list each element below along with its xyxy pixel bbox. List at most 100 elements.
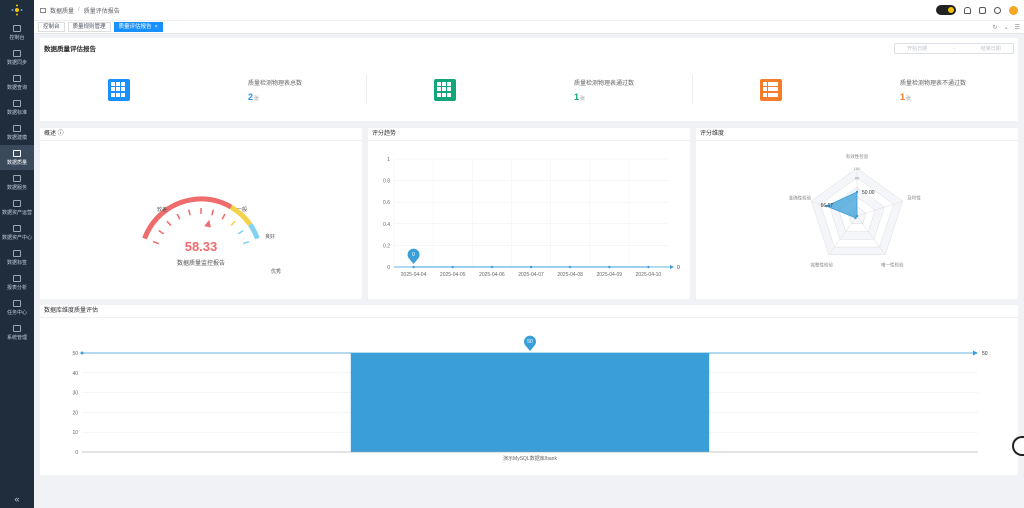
y-tick-label: 0 [387, 265, 390, 271]
date-start-input[interactable]: 开始日期 [907, 45, 927, 52]
x-tick-label: 2025-04-07 [518, 272, 544, 278]
sidebar-collapse-icon[interactable]: « [0, 494, 34, 504]
sidebar-item[interactable]: 控制台 [0, 20, 34, 45]
radar-point [855, 190, 859, 194]
tab-close-icon[interactable]: × [155, 24, 158, 30]
sidebar-item-label: 数据资产中心 [1, 234, 32, 241]
trend-panel: 评分趋势 0 0.2 0.4 0.6 0.8 1 2025-04-04 2025-04-05 2… [368, 128, 690, 299]
sidebar-item[interactable]: 数据资产中心 [0, 220, 34, 245]
gauge-tick [237, 229, 244, 235]
menu-icon[interactable]: ☰ [1015, 24, 1020, 31]
y-tick-label: 0.4 [383, 222, 390, 228]
radar-tick-label: 80 [855, 176, 860, 181]
dimension-panel: 评分维度 有效性检验 及时性 唯一性检验 完整性检验 准确性检验 100 80 50.00 66… [696, 128, 1018, 299]
page-title: 数据质量评估报告 [44, 46, 96, 53]
gauge-arc-segment [142, 197, 192, 240]
radar-indicator-label: 有效性检验 [846, 153, 869, 160]
stat-failed: 质量检测物理表不通过数 1张 [692, 58, 1018, 121]
sidebar-item[interactable]: 数据查询 [0, 70, 34, 95]
tab-label: 质量评估报告 [118, 24, 152, 30]
stat-value: 2 [248, 91, 254, 102]
tabs-bar: 控制台 质量规则管理 质量评估报告 × ↻ ⌄ ☰ [34, 20, 1024, 34]
bell-icon[interactable] [964, 6, 971, 14]
score-gauge: 58.33 数据质量监控报告 较差 一般 良好 优秀 [142, 196, 281, 275]
x-tick-label: 2025-04-09 [596, 272, 622, 278]
sidebar-item-icon [13, 149, 21, 157]
stat-passed: 质量检测物理表通过数 1张 [366, 58, 692, 121]
sidebar-item[interactable]: 任务中心 [0, 295, 34, 320]
sidebar-item-icon [13, 274, 21, 282]
sidebar-item-icon [13, 99, 21, 107]
x-tick-label: 2025-04-08 [557, 272, 583, 278]
radar-point [854, 216, 857, 220]
sidebar-item-icon [13, 24, 21, 32]
y-tick-label: 0.2 [383, 243, 390, 249]
sidebar-item[interactable]: 数据质量 [0, 145, 34, 170]
gauge-tick [158, 229, 165, 235]
sidebar-item[interactable]: 数据标准 [0, 95, 34, 120]
sidebar-item-label: 数据资产运营 [1, 209, 32, 216]
sidebar-item[interactable]: 数据建模 [0, 120, 34, 145]
date-separator: → [951, 45, 957, 51]
marker-label: 50 [527, 339, 533, 345]
sidebar-item[interactable]: 数据标签 [0, 245, 34, 270]
radar-max-label: 100 [854, 166, 861, 171]
gauge-tick [166, 220, 172, 227]
stat-unit: 张 [580, 95, 586, 102]
stat-unit: 张 [906, 95, 912, 102]
logo[interactable] [0, 0, 34, 20]
sidebar-item[interactable]: 数据服务 [0, 170, 34, 195]
gauge-label-fair: 一般 [237, 206, 247, 213]
gauge-arc-segment [248, 223, 260, 240]
sidebar-item-icon [13, 174, 21, 182]
bar-chart: 0 10 20 30 40 50 演示MySQL数据库/bank 50 50 [72, 335, 988, 462]
y-tick-label: 50 [72, 351, 78, 357]
stat-label: 质量检测物理表不通过数 [900, 80, 967, 87]
overview-panel: 概述 ⓘ 58.33 数据质量监控报告 较差 一般 良好 优秀 [40, 128, 362, 299]
translate-icon[interactable] [994, 6, 1001, 14]
marker-label: 0 [412, 252, 415, 258]
radar-chart: 有效性检验及时性唯一性检验 完整性检验 准确性检验 100 80 50.00 66.67 [789, 153, 922, 269]
logo-icon [11, 4, 23, 16]
gauge-subtitle: 数据质量监控报告 [177, 259, 225, 267]
tab-quality-report[interactable]: 质量评估报告 × [113, 22, 163, 32]
refresh-icon[interactable]: ↻ [993, 24, 998, 31]
radar-point [855, 214, 859, 218]
x-tick-label: 2025-04-10 [636, 272, 662, 278]
markline-arrow [973, 350, 978, 356]
sidebar-item[interactable]: 系统管理 [0, 320, 34, 345]
gauge-tick [221, 213, 226, 220]
radar-value-label: 66.67 [821, 203, 834, 209]
sidebar-item[interactable]: 数据资产运营 [0, 195, 34, 220]
gauge-tick [211, 209, 215, 216]
x-tick-label: 2025-04-05 [440, 272, 466, 278]
breadcrumb-item[interactable]: 数据质量 [50, 6, 74, 15]
theme-toggle[interactable] [936, 5, 956, 15]
sidebar-item-label: 数据建模 [6, 134, 27, 141]
date-range-picker[interactable]: 开始日期 → 结束日期 [894, 42, 1014, 54]
sidebar-item[interactable]: 数据同步 [0, 45, 34, 70]
sidebar-item-label: 数据标签 [6, 259, 27, 266]
sidebar-item-label: 数据质量 [6, 159, 27, 166]
markline-label: 0 [677, 265, 680, 271]
bar [350, 353, 710, 452]
stat-label: 质量检测物理表总数 [248, 80, 303, 87]
panel-title: 概述 ⓘ [40, 128, 362, 141]
breadcrumb-icon [40, 7, 46, 13]
user-avatar[interactable] [1009, 5, 1018, 15]
sidebar-item-icon [13, 224, 21, 232]
date-end-input[interactable]: 结束日期 [981, 45, 1001, 52]
x-tick-label: 演示MySQL数据库/bank [503, 455, 557, 462]
sidebar-item-label: 数据标准 [6, 109, 27, 116]
radar-indicator-label: 准确性检验 [789, 194, 812, 201]
tab-console[interactable]: 控制台 [38, 22, 65, 32]
tab-quality-rules[interactable]: 质量规则管理 [67, 22, 111, 32]
sidebar-item-label: 数据服务 [6, 184, 27, 191]
chevron-down-icon[interactable]: ⌄ [1004, 24, 1009, 31]
markline-arrow [670, 265, 674, 269]
y-tick-label: 1 [387, 157, 390, 163]
sidebar-item[interactable]: 报表分析 [0, 270, 34, 295]
stat-value: 1 [574, 91, 580, 102]
fullscreen-icon[interactable] [979, 6, 986, 14]
breadcrumb-item: 质量评估报告 [83, 8, 120, 15]
